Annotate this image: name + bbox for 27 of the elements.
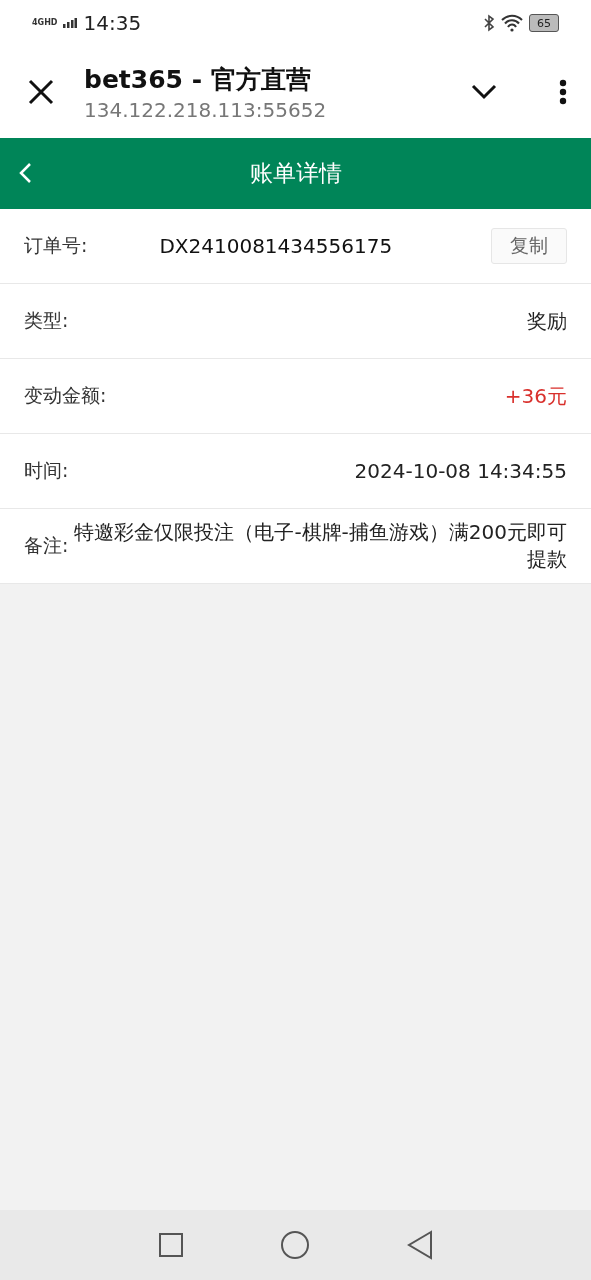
- status-time: 14:35: [83, 11, 142, 35]
- field-label: 备注:: [24, 533, 69, 558]
- field-label: 时间:: [24, 458, 69, 483]
- bluetooth-icon: [483, 14, 495, 32]
- field-value: 特邀彩金仅限投注（电子-棋牌-捕鱼游戏）满200元即可提款: [73, 519, 567, 573]
- amount-value: +36元: [503, 382, 567, 410]
- battery-indicator: 65: [529, 14, 559, 32]
- close-icon[interactable]: [28, 79, 54, 105]
- nav-title: 账单详情: [249, 159, 342, 188]
- field-label: 订单号:: [24, 233, 88, 258]
- field-label: 类型:: [24, 308, 69, 333]
- back-icon[interactable]: [18, 162, 32, 184]
- page-title: bet365 - 官方直营: [84, 63, 312, 96]
- field-value: 奖励: [526, 307, 567, 335]
- wifi-icon: [501, 14, 523, 32]
- field-value: 2024-10-08 14:34:55: [353, 459, 567, 483]
- order-number: DX2410081434556175: [159, 234, 394, 258]
- more-icon[interactable]: [559, 79, 567, 105]
- chevron-down-icon[interactable]: [471, 84, 497, 100]
- home-icon[interactable]: [280, 1230, 311, 1260]
- page-url: 134.122.218.113:55652: [84, 97, 328, 122]
- signal-icon: [63, 18, 78, 28]
- signal-indicator: 4GHD: [32, 19, 58, 27]
- recent-apps-icon[interactable]: [158, 1232, 185, 1258]
- copy-button[interactable]: 复制: [491, 228, 567, 264]
- field-label: 变动金额:: [24, 383, 107, 408]
- back-triangle-icon[interactable]: [406, 1230, 433, 1260]
